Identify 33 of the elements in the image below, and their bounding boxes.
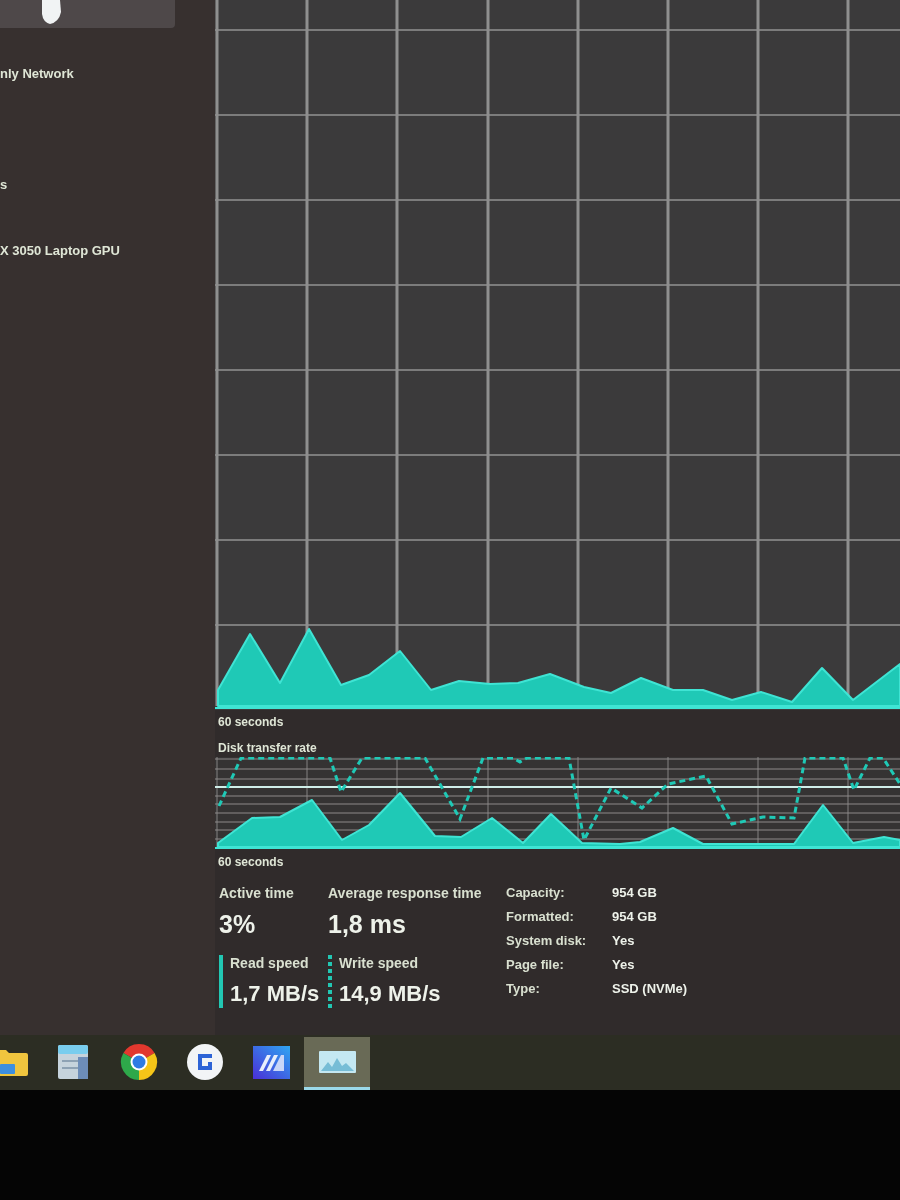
sidebar-item[interactable]: nly Network [0, 66, 74, 82]
stat-value: 3% [219, 909, 256, 939]
property-value: SSD (NVMe) [612, 980, 688, 998]
property-label: System disk: [506, 932, 587, 950]
sidebar-item[interactable]: s [0, 177, 8, 193]
property-label: Formatted: [506, 908, 574, 926]
ring-logo-icon [120, 1043, 158, 1081]
speed-label: Read speed [230, 955, 309, 971]
speed-label: Write speed [339, 955, 419, 971]
slashes-tile-icon [252, 1045, 290, 1079]
property-value: 954 GB [612, 884, 657, 902]
stat-label: Active time [219, 885, 294, 901]
property-value: Yes [612, 956, 635, 974]
dashed-line-icon [328, 955, 332, 1008]
property-label: Page file: [506, 956, 564, 974]
time-axis-label: 60 seconds [217, 715, 284, 729]
sidebar-item[interactable]: X 3050 Laptop GPU [0, 243, 120, 259]
time-axis-label: 60 seconds [217, 855, 284, 869]
speed-value: 1,7 MB/s [230, 980, 320, 1008]
circle-logo-icon [187, 1044, 223, 1080]
folder-icon [0, 1047, 28, 1077]
stat-label: Average response time [328, 885, 482, 901]
chart-title: Disk transfer rate [217, 741, 317, 755]
notepad-icon [58, 1045, 88, 1079]
shape-icon [40, 0, 62, 24]
speed-value: 14,9 MB/s [339, 980, 441, 1008]
property-value: 954 GB [612, 908, 657, 926]
sidebar-item[interactable] [0, 0, 175, 28]
property-label: Capacity: [506, 884, 565, 902]
property-value: Yes [612, 932, 635, 950]
stat-value: 1,8 ms [328, 909, 406, 939]
property-label: Type: [506, 980, 540, 998]
chart-window-icon [318, 1051, 356, 1073]
